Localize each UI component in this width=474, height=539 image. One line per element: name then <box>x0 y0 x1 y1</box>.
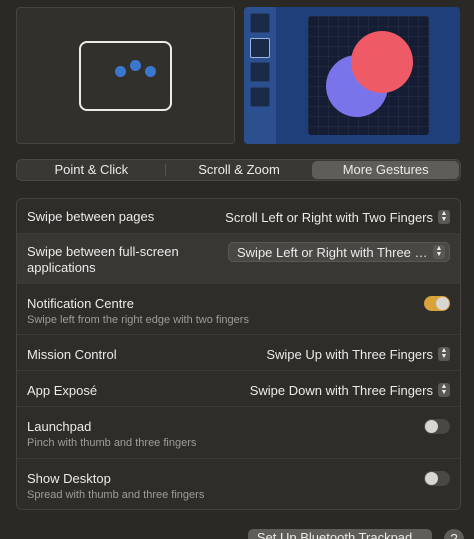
setup-bluetooth-trackpad-button[interactable]: Set Up Bluetooth Trackpad... <box>248 529 432 539</box>
space-thumbnail <box>250 62 270 82</box>
toggle-knob <box>425 420 438 433</box>
launchpad-toggle[interactable] <box>424 419 450 434</box>
tab-point-click[interactable]: Point & Click <box>18 161 165 179</box>
swipe-fullscreen-popup[interactable]: Swipe Left or Right with Three Fi... ▲ ▼ <box>228 242 450 262</box>
chevron-updown-icon: ▲ ▼ <box>438 383 450 397</box>
finger-dot <box>115 66 126 77</box>
finger-dot <box>145 66 156 77</box>
row-notification-centre: Notification Centre Swipe left from the … <box>17 284 460 335</box>
row-title: Show Desktop <box>27 471 111 486</box>
notification-centre-toggle[interactable] <box>424 296 450 311</box>
row-subtitle: Pinch with thumb and three fingers <box>27 437 197 449</box>
row-mission-control: Mission Control Swipe Up with Three Fing… <box>17 335 460 371</box>
row-title: Notification Centre <box>27 296 134 311</box>
popup-value: Swipe Up with Three Fingers <box>266 346 433 362</box>
tab-scroll-zoom[interactable]: Scroll & Zoom <box>166 161 313 179</box>
row-swipe-between-pages: Swipe between pages Scroll Left or Right… <box>17 199 460 234</box>
app-expose-popup[interactable]: Swipe Down with Three Fingers ▲ ▼ <box>250 380 450 400</box>
gesture-trackpad-preview <box>16 7 235 144</box>
tab-more-gestures[interactable]: More Gestures <box>312 161 460 179</box>
help-button[interactable]: ? <box>444 529 464 539</box>
trackpad-illustration <box>79 41 172 111</box>
gesture-settings-list: Swipe between pages Scroll Left or Right… <box>16 198 461 510</box>
toggle-knob <box>436 297 449 310</box>
chevron-updown-icon: ▲ ▼ <box>433 245 445 259</box>
row-subtitle: Swipe left from the right edge with two … <box>27 314 249 326</box>
row-launchpad: Launchpad Pinch with thumb and three fin… <box>17 407 460 459</box>
finger-dot <box>130 60 141 71</box>
chevron-updown-icon: ▲ ▼ <box>438 347 450 361</box>
space-thumbnail-active <box>250 38 270 58</box>
show-desktop-toggle[interactable] <box>424 471 450 486</box>
row-app-expose: App Exposé Swipe Down with Three Fingers… <box>17 371 460 407</box>
space-thumbnail <box>250 87 270 107</box>
row-title: App Exposé <box>27 383 98 398</box>
popup-value: Swipe Down with Three Fingers <box>249 382 433 398</box>
popup-value: Scroll Left or Right with Two Fingers <box>225 209 433 225</box>
row-subtitle: Spread with thumb and three fingers <box>27 489 205 501</box>
row-title: Swipe between full-screen applications <box>27 244 179 275</box>
spaces-strip <box>244 7 276 144</box>
mission-control-popup[interactable]: Swipe Up with Three Fingers ▲ ▼ <box>266 344 450 364</box>
popup-value: Swipe Left or Right with Three Fi... <box>237 244 428 260</box>
swipe-pages-popup[interactable]: Scroll Left or Right with Two Fingers ▲ ▼ <box>225 207 450 227</box>
toggle-knob <box>425 472 438 485</box>
row-title: Mission Control <box>27 347 117 362</box>
red-circle-graphic <box>351 31 413 93</box>
gesture-tabs: Point & Click Scroll & Zoom More Gesture… <box>16 159 461 181</box>
row-title: Swipe between pages <box>27 209 155 224</box>
chevron-updown-icon: ▲ ▼ <box>438 210 450 224</box>
row-title: Launchpad <box>27 419 92 434</box>
gesture-screen-preview <box>244 7 460 144</box>
row-show-desktop: Show Desktop Spread with thumb and three… <box>17 459 460 509</box>
row-swipe-fullscreen-apps: Swipe between full-screen applications S… <box>17 234 460 284</box>
space-thumbnail <box>250 13 270 33</box>
